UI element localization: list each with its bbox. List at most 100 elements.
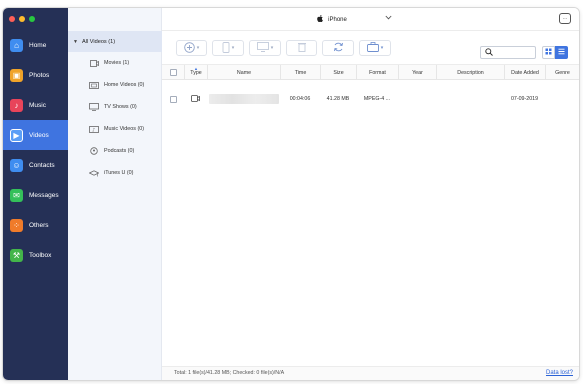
row-name-cell [207,90,280,108]
sidebar-item-home[interactable]: ⌂ Home [3,30,68,60]
row-description-cell [436,90,504,108]
toolbar: ▾ ▾ ▾ ▾ [162,31,579,64]
videos-icon: ▶ [10,128,23,142]
table-row[interactable]: 00:04:06 41.28 MB MPEG-4 ... 07-09-2019 [162,90,579,108]
tree-item-home-videos[interactable]: Home Videos (0) [89,78,144,92]
tree-item-music-videos[interactable]: ♪ Music Videos (0) [89,122,144,136]
sidebar-item-messages[interactable]: ✉ Messages [3,180,68,210]
column-header-date-added[interactable]: Date Added [504,65,545,80]
select-all-checkbox[interactable] [169,69,177,76]
zoom-window-button[interactable] [29,16,35,22]
home-video-icon [89,81,99,89]
sidebar-item-label: Others [29,221,49,229]
column-header-label: Name [236,69,252,76]
sidebar-item-toolbox[interactable]: ⚒ Toolbox [3,240,68,270]
sidebar-item-videos[interactable]: ▶ Videos [3,120,68,150]
close-window-button[interactable] [9,16,15,22]
sidebar-item-contacts[interactable]: ☺ Contacts [3,150,68,180]
column-header-label: Time [294,69,307,76]
music-icon: ♪ [10,98,23,112]
tv-icon [89,103,99,111]
column-header-label: Year [412,69,423,76]
add-button[interactable]: ▾ [176,40,207,56]
sidebar: ⌂ Home ▣ Photos ♪ Music ▶ Videos ☺ Conta… [3,8,68,380]
dropdown-arrow-icon: ▾ [380,45,384,51]
apple-logo-icon [317,15,324,24]
minimize-window-button[interactable] [19,16,25,22]
search-input[interactable] [496,47,536,58]
row-type-cell [184,90,207,108]
column-header-label: Date Added [511,69,539,76]
sidebar-item-label: Music [29,101,46,109]
sort-ascending-icon: ▲ [194,66,198,71]
tree-item-label: Movies (1) [104,60,130,66]
column-header-format[interactable]: Format [356,65,398,80]
sidebar-item-others[interactable]: ⁘ Others [3,210,68,240]
computer-export-icon [256,42,269,54]
phone-export-icon [222,41,230,55]
window-controls [9,16,35,22]
caret-down-icon[interactable]: ▼ [73,39,78,45]
tree-item-podcasts[interactable]: Podcasts (0) [89,144,134,158]
column-header-time[interactable]: Time [280,65,320,80]
tree-item-label: TV Shows (0) [104,104,137,110]
column-header-label: Description [457,69,484,76]
toolkit-button[interactable]: ▾ [359,40,391,56]
tree-root-label: All Videos (1) [81,38,116,45]
refresh-icon [333,42,344,54]
search-box[interactable] [480,46,536,59]
export-to-device-button[interactable]: ▾ [212,40,244,56]
dropdown-arrow-icon: ▾ [231,45,235,51]
column-header-name[interactable]: Name [207,65,280,80]
messages-icon: ✉ [10,188,23,202]
feedback-chat-button[interactable]: ··· [559,13,571,24]
music-video-icon: ♪ [89,125,99,133]
tree-item-movies[interactable]: Movies (1) [89,56,129,70]
tree-item-itunes-u[interactable]: iTunes U (0) [89,166,133,180]
grid-view-toggle[interactable] [542,46,555,59]
column-header-genre[interactable]: Genre [545,65,579,80]
list-view-toggle[interactable] [555,46,568,59]
photos-icon: ▣ [10,68,23,82]
dropdown-arrow-icon: ▾ [196,45,200,51]
movie-icon [89,59,99,67]
trash-icon [297,42,306,54]
row-size-cell: 41.28 MB [326,96,350,102]
column-header-label: Format [369,69,386,76]
row-date-added-cell: 07-09-2019 [510,96,539,102]
table-header: ▲ Type Name Time Size Format Year Descri… [162,64,579,80]
sidebar-item-label: Videos [29,131,49,139]
svg-text:♪: ♪ [92,127,95,133]
sidebar-item-label: Toolbox [29,251,52,259]
sidebar-item-music[interactable]: ♪ Music [3,90,68,120]
grid-icon [545,48,552,57]
row-time-cell: 00:04:06 [289,96,311,102]
column-header-year[interactable]: Year [398,65,436,80]
podcast-icon [89,147,99,155]
contacts-icon: ☺ [10,158,23,172]
column-header-description[interactable]: Description [436,65,504,80]
column-header-type[interactable]: ▲ Type [184,65,207,80]
status-text: Total: 1 file(s)/41.28 MB; Checked: 0 fi… [174,370,285,376]
chat-bubble-icon: ··· [562,15,568,22]
row-genre-cell [545,90,579,108]
row-select-cell [162,90,184,108]
category-tree: ▼ All Videos (1) Movies (1) Home Videos … [68,8,162,380]
row-checkbox[interactable] [169,95,177,103]
refresh-button[interactable] [322,40,354,56]
tree-root-all-videos[interactable]: ▼ All Videos (1) [68,31,162,52]
sidebar-item-photos[interactable]: ▣ Photos [3,60,68,90]
delete-button[interactable] [286,40,317,56]
column-header-label: Genre [555,69,570,76]
export-to-computer-button[interactable]: ▾ [249,40,281,56]
data-lost-link[interactable]: Data lost? [546,370,573,376]
tree-item-label: Home Videos (0) [104,82,145,88]
add-circle-icon [183,41,195,55]
chevron-down-icon [385,15,392,22]
search-icon [485,47,493,58]
device-selector[interactable]: iPhone [272,13,392,26]
toolbox-icon: ⚒ [10,248,23,262]
sidebar-item-label: Messages [29,191,59,199]
column-header-size[interactable]: Size [320,65,356,80]
tree-item-tv-shows[interactable]: TV Shows (0) [89,100,137,114]
